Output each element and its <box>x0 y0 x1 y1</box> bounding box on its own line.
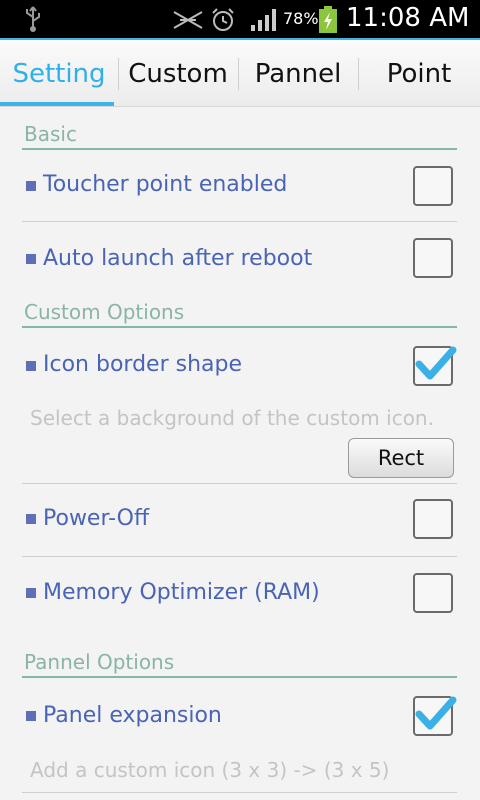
section-header-custom-options: Custom Options <box>22 288 457 328</box>
tab-pannel[interactable]: Pannel <box>238 38 358 106</box>
alarm-icon <box>210 7 236 37</box>
bullet-icon <box>26 711 36 721</box>
checkmark-icon <box>415 696 457 730</box>
checkmark-icon <box>415 346 457 380</box>
checkbox-checked[interactable] <box>413 346 457 386</box>
tab-point[interactable]: Point <box>358 38 480 106</box>
pref-label: Power-Off <box>43 506 150 531</box>
bullet-icon <box>26 254 36 264</box>
battery-charging-icon <box>318 6 338 38</box>
pref-label: Toucher point enabled <box>43 172 288 197</box>
pref-icon-border-shape[interactable]: Icon border shape Select a background of… <box>22 330 457 484</box>
bullet-icon <box>26 514 36 524</box>
pref-toucher-point-enabled[interactable]: Toucher point enabled <box>22 152 457 222</box>
pref-label: Memory Optimizer (RAM) <box>43 580 320 605</box>
pref-power-off[interactable]: Power-Off <box>22 484 457 556</box>
tab-custom[interactable]: Custom <box>118 38 238 106</box>
section-title: Basic <box>24 122 77 146</box>
section-title: Custom Options <box>24 300 185 324</box>
clock: 11:08 AM <box>346 3 470 33</box>
signal-icon <box>250 8 280 36</box>
settings-list[interactable]: Basic Toucher point enabled Auto launch … <box>0 106 480 800</box>
row-divider <box>22 792 457 793</box>
pref-summary: Add a custom icon (3 x 3) -> (3 x 5) <box>30 758 390 782</box>
tab-bar: Setting Custom Pannel Point <box>0 38 480 107</box>
tab-setting[interactable]: Setting <box>0 38 118 106</box>
pref-summary: Select a background of the custom icon. <box>30 406 434 430</box>
section-title: Pannel Options <box>24 650 175 674</box>
section-divider <box>22 148 457 150</box>
checkbox[interactable] <box>413 573 453 613</box>
section-divider <box>22 676 457 678</box>
section-header-basic: Basic <box>22 110 457 150</box>
battery-percent: 78% <box>283 9 319 28</box>
bullet-icon <box>26 361 36 371</box>
pref-panel-expansion[interactable]: Panel expansion Add a custom icon (3 x 3… <box>22 680 457 792</box>
checkbox[interactable] <box>413 499 453 539</box>
status-bar: 78% 11:08 AM <box>0 0 480 38</box>
bullet-icon <box>26 181 36 191</box>
bullet-icon <box>26 588 36 598</box>
pref-auto-launch[interactable]: Auto launch after reboot <box>22 222 457 296</box>
pref-label: Icon border shape <box>43 352 242 377</box>
section-divider <box>22 326 457 328</box>
mute-icon <box>172 9 204 35</box>
checkbox[interactable] <box>413 238 453 278</box>
pref-memory-optimizer[interactable]: Memory Optimizer (RAM) <box>22 557 457 631</box>
pref-label: Auto launch after reboot <box>43 246 313 271</box>
usb-icon <box>22 5 44 37</box>
checkbox[interactable] <box>413 166 453 206</box>
pref-label: Panel expansion <box>43 703 222 728</box>
shape-select-button[interactable]: Rect <box>348 438 454 478</box>
section-header-pannel-options: Pannel Options <box>22 638 457 678</box>
checkbox-checked[interactable] <box>413 696 457 736</box>
